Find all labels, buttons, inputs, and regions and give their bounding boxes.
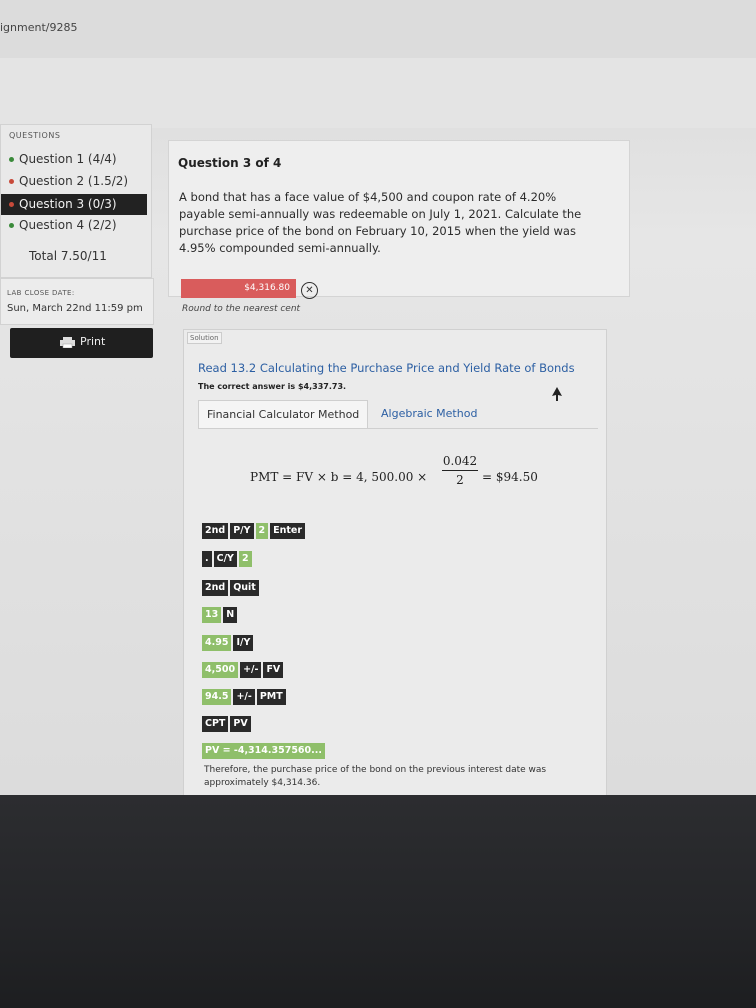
url-text: ignment/9285 [0, 21, 78, 34]
print-button[interactable]: Print [10, 328, 153, 358]
fraction-bar [442, 470, 478, 471]
key: +/- [233, 689, 255, 705]
screen: ignment/9285 QUESTIONS Question 1 (4/4) … [0, 0, 756, 795]
questions-panel: QUESTIONS Question 1 (4/4) Question 2 (1… [0, 124, 152, 278]
keystroke-row-6: 4,500 +/- FV [202, 662, 285, 678]
correct-answer-value: $4,337.73. [297, 382, 347, 391]
formula-numerator: 0.042 [442, 454, 478, 468]
incorrect-icon: ✕ [301, 282, 318, 299]
answer-field[interactable]: $4,316.80 [181, 279, 296, 298]
key: N [223, 607, 238, 623]
formula-fraction: 0.042 2 [440, 454, 480, 487]
sidebar-item-question-4[interactable]: Question 4 (2/2) [9, 218, 117, 232]
key: +/- [240, 662, 262, 678]
formula-rhs: = $94.50 [482, 470, 538, 484]
question-title: Question 3 of 4 [178, 156, 282, 170]
key: 2nd [202, 523, 229, 539]
key: 2nd [202, 580, 229, 596]
keystroke-row-3: 2nd Quit [202, 580, 261, 596]
value: 4,500 [202, 662, 239, 678]
header-band [0, 58, 756, 128]
formula-lhs: PMT = FV × b = 4, 500.00 × [250, 470, 428, 484]
key: C/Y [213, 551, 237, 567]
key: PMT [256, 689, 286, 705]
method-tabs: Financial Calculator Method Algebraic Me… [198, 400, 598, 429]
value: 13 [202, 607, 222, 623]
keystroke-row-1: 2nd P/Y 2 Enter [202, 523, 307, 539]
close-date-panel: LAB CLOSE DATE: Sun, March 22nd 11:59 pm [0, 278, 154, 325]
solution-label: Solution [187, 332, 222, 344]
key: Quit [230, 580, 259, 596]
mouse-cursor-icon [552, 387, 562, 401]
status-dot-icon [9, 179, 14, 184]
keystroke-row-9: PV = -4,314.357560... [202, 743, 327, 759]
value: 94.5 [202, 689, 232, 705]
sidebar-item-label: Question 1 (4/4) [19, 152, 117, 166]
key: FV [263, 662, 284, 678]
result-value: PV = -4,314.357560... [202, 743, 325, 759]
tab-algebraic[interactable]: Algebraic Method [373, 400, 485, 427]
conclusion-text: Therefore, the purchase price of the bon… [204, 765, 547, 788]
browser-url-bar[interactable]: ignment/9285 [0, 0, 756, 59]
question-text: A bond that has a face value of $4,500 a… [179, 190, 582, 255]
close-date-value: Sun, March 22nd 11:59 pm [7, 303, 143, 314]
sidebar-item-question-3[interactable]: Question 3 (0/3) [1, 194, 147, 215]
sidebar-item-question-2[interactable]: Question 2 (1.5/2) [9, 174, 128, 188]
status-dot-icon [9, 157, 14, 162]
keystroke-row-5: 4.95 I/Y [202, 635, 255, 651]
keystroke-row-8: CPT PV [202, 716, 253, 732]
key: P/Y [230, 523, 254, 539]
sidebar-item-label: Question 2 (1.5/2) [19, 174, 129, 188]
answer-value: $4,316.80 [244, 283, 290, 293]
solution-panel: Solution Read 13.2 Calculating the Purch… [183, 329, 607, 795]
print-label: Print [80, 335, 106, 348]
correct-answer-prefix: The correct answer is [198, 382, 298, 391]
keystroke-row-4: 13 N [202, 607, 239, 623]
value: 4.95 [202, 635, 232, 651]
textbook-link[interactable]: Read 13.2 Calculating the Purchase Price… [198, 361, 575, 375]
sidebar-item-label: Question 3 (0/3) [19, 197, 117, 211]
value: 2 [255, 523, 269, 539]
questions-heading: QUESTIONS [9, 131, 61, 140]
printer-icon [60, 337, 75, 348]
tab-financial-calculator[interactable]: Financial Calculator Method [198, 400, 369, 428]
sidebar-item-question-1[interactable]: Question 1 (4/4) [9, 152, 117, 166]
question-panel: Question 3 of 4 A bond that has a face v… [168, 140, 630, 297]
sidebar-item-label: Question 4 (2/2) [19, 218, 117, 232]
key: . [202, 551, 212, 567]
close-date-label: LAB CLOSE DATE: [7, 289, 75, 297]
key: I/Y [233, 635, 254, 651]
formula-denominator: 2 [456, 473, 464, 487]
key: PV [230, 716, 251, 732]
status-dot-icon [9, 223, 14, 228]
keystroke-row-2: . C/Y 2 [202, 551, 254, 567]
monitor-bezel [0, 795, 756, 1008]
total-score: Total 7.50/11 [29, 249, 107, 263]
value: 2 [238, 551, 252, 567]
key: Enter [270, 523, 306, 539]
key: CPT [202, 716, 229, 732]
correct-answer: The correct answer is $4,337.73. [198, 382, 346, 391]
rounding-hint: Round to the nearest cent [182, 304, 301, 314]
status-dot-icon [9, 202, 14, 207]
keystroke-row-7: 94.5 +/- PMT [202, 689, 288, 705]
